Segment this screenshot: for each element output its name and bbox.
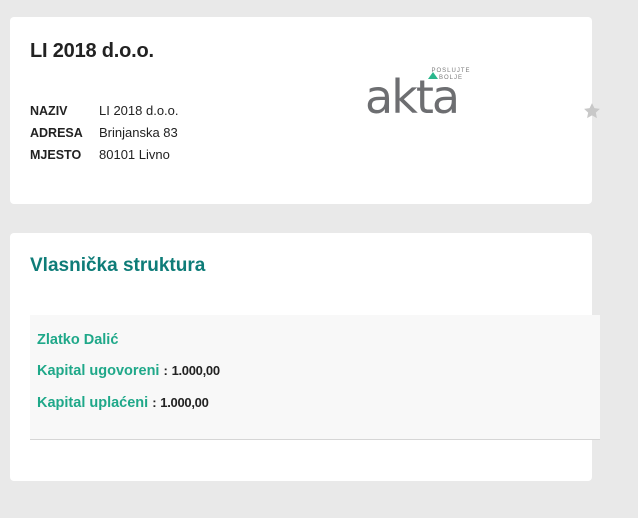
logo-tagline-line-2: BOLJE xyxy=(438,75,463,81)
info-value-adresa: Brinjanska 83 xyxy=(99,125,178,140)
info-label-adresa: ADRESA xyxy=(30,126,83,140)
owner-item: Zlatko Dalić Kapital ugovoreni : 1.000,0… xyxy=(30,315,600,440)
capital-paid-separator: : xyxy=(152,395,157,410)
capital-paid-label: Kapital uplaćeni xyxy=(37,395,149,411)
capital-contracted-value: 1.000,00 xyxy=(171,363,221,378)
capital-contracted-label: Kapital ugovoreni xyxy=(37,363,160,379)
logo-tagline: POSLUJTE BOLJE xyxy=(431,68,471,82)
owner-capital-paid: Kapital uplaćeni : 1.000,00 xyxy=(37,395,209,411)
section-title-ownership: Vlasnička struktura xyxy=(30,255,206,276)
info-value-naziv: LI 2018 d.o.o. xyxy=(99,103,179,118)
info-value-mjesto: 80101 Livno xyxy=(99,147,170,162)
owner-capital-contracted: Kapital ugovoreni : 1.000,00 xyxy=(37,363,220,379)
capital-contracted-separator: : xyxy=(163,363,168,378)
star-icon-svg xyxy=(584,103,600,119)
company-title: LI 2018 d.o.o. xyxy=(30,40,154,62)
star-icon[interactable] xyxy=(582,101,602,121)
capital-paid-value: 1.000,00 xyxy=(160,395,209,410)
info-label-naziv: NAZIV xyxy=(30,104,68,118)
ownership-card: Vlasnička struktura Zlatko Dalić Kapital… xyxy=(10,233,600,481)
owner-name: Zlatko Dalić xyxy=(37,332,119,348)
info-label-mjesto: MJESTO xyxy=(30,148,82,162)
logo-tagline-line-1: POSLUJTE xyxy=(431,68,471,74)
company-card: LI 2018 d.o.o. NAZIV LI 2018 d.o.o. ADRE… xyxy=(10,17,600,204)
akta-logo: akta POSLUJTE BOLJE xyxy=(362,65,474,129)
